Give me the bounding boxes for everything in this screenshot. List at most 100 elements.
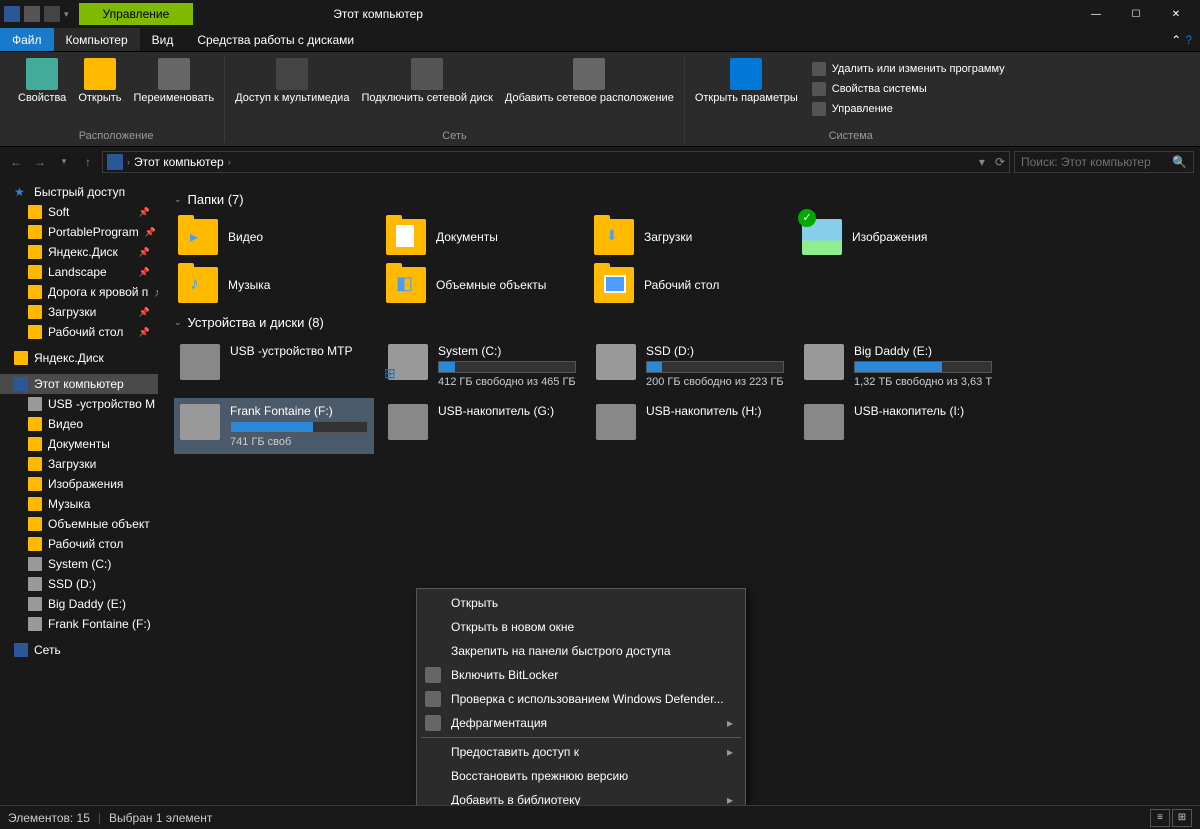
sidebar-yandex-disk[interactable]: Яндекс.Диск bbox=[0, 348, 158, 368]
menu-separator bbox=[421, 737, 741, 738]
sidebar-item[interactable]: Документы bbox=[0, 434, 158, 454]
drive-label: USB-накопитель (H:) bbox=[646, 404, 784, 418]
folder-icon bbox=[28, 457, 42, 471]
tab-computer[interactable]: Компьютер bbox=[54, 28, 140, 51]
menu-item[interactable]: Закрепить на панели быстрого доступа bbox=[417, 639, 745, 663]
drive-icon bbox=[28, 397, 42, 411]
minimize-button[interactable]: — bbox=[1076, 0, 1116, 28]
tab-drive-tools[interactable]: Средства работы с дисками bbox=[185, 28, 366, 51]
sidebar-item[interactable]: Загрузки📌 bbox=[0, 302, 158, 322]
drive-item[interactable]: USB-накопитель (I:) bbox=[798, 398, 998, 454]
manage-button[interactable]: Управление bbox=[808, 100, 1009, 118]
drive-item[interactable]: USB -устройство MTP bbox=[174, 338, 374, 394]
forward-button[interactable]: → bbox=[30, 152, 50, 172]
up-button[interactable]: ↑ bbox=[78, 152, 98, 172]
ribbon-tab-manage[interactable]: Управление bbox=[79, 3, 194, 25]
view-details-button[interactable]: ≡ bbox=[1150, 809, 1170, 827]
uninstall-program-button[interactable]: Удалить или изменить программу bbox=[808, 60, 1009, 78]
open-button[interactable]: Открыть bbox=[76, 56, 123, 128]
qat-button[interactable] bbox=[24, 6, 40, 22]
folder-label: Изображения bbox=[852, 230, 927, 244]
pc-icon bbox=[14, 377, 28, 391]
rename-icon bbox=[158, 58, 190, 90]
folder-icon bbox=[386, 267, 426, 303]
qat-button[interactable] bbox=[44, 6, 60, 22]
folder-item[interactable]: Документы bbox=[382, 215, 582, 259]
sidebar-item[interactable]: Изображения bbox=[0, 474, 158, 494]
refresh-icon[interactable]: ⟳ bbox=[995, 155, 1005, 169]
sidebar-item[interactable]: Рабочий стол📌 bbox=[0, 322, 158, 342]
window-title: Этот компьютер bbox=[333, 7, 423, 21]
usage-bar bbox=[646, 361, 784, 373]
drive-item[interactable]: SSD (D:)200 ГБ свободно из 223 ГБ bbox=[590, 338, 790, 394]
ribbon-collapse-icon[interactable]: ⌃ bbox=[1171, 33, 1181, 47]
sidebar-item[interactable]: Загрузки bbox=[0, 454, 158, 474]
tab-view[interactable]: Вид bbox=[140, 28, 186, 51]
back-button[interactable]: ← bbox=[6, 152, 26, 172]
sidebar-item[interactable]: Объемные объект bbox=[0, 514, 158, 534]
help-icon[interactable]: ? bbox=[1185, 33, 1192, 47]
open-settings-button[interactable]: Открыть параметры bbox=[693, 56, 800, 128]
drive-item[interactable]: USB-накопитель (G:) bbox=[382, 398, 582, 454]
map-drive-button[interactable]: Подключить сетевой диск bbox=[359, 56, 494, 128]
qat-dropdown-icon[interactable]: ▾ bbox=[64, 9, 69, 20]
dropdown-icon[interactable]: ▾ bbox=[979, 155, 985, 169]
tab-file[interactable]: Файл bbox=[0, 28, 54, 51]
view-tiles-button[interactable]: ⊞ bbox=[1172, 809, 1192, 827]
media-access-button[interactable]: Доступ к мультимедиа bbox=[233, 56, 351, 128]
menu-item[interactable]: Включить BitLocker bbox=[417, 663, 745, 687]
sidebar-this-pc[interactable]: Этот компьютер bbox=[0, 374, 158, 394]
properties-button[interactable]: Свойства bbox=[16, 56, 68, 128]
system-properties-button[interactable]: Свойства системы bbox=[808, 80, 1009, 98]
drive-item[interactable]: System (C:)412 ГБ свободно из 465 ГБ bbox=[382, 338, 582, 394]
menu-item[interactable]: Открыть bbox=[417, 591, 745, 615]
folder-label: Загрузки bbox=[644, 230, 692, 244]
submenu-arrow-icon: ▸ bbox=[727, 793, 733, 805]
sidebar-quick-access[interactable]: ★Быстрый доступ bbox=[0, 182, 158, 202]
app-icon[interactable] bbox=[4, 6, 20, 22]
drive-item[interactable]: USB-накопитель (H:) bbox=[590, 398, 790, 454]
sidebar-item[interactable]: Музыка bbox=[0, 494, 158, 514]
folder-label: Объемные объекты bbox=[436, 278, 546, 292]
sidebar-item[interactable]: Дорога к яровой п📌 bbox=[0, 282, 158, 302]
folder-item[interactable]: Рабочий стол bbox=[590, 263, 790, 307]
sidebar-item[interactable]: Landscape📌 bbox=[0, 262, 158, 282]
recent-dropdown[interactable]: ▾ bbox=[54, 152, 74, 172]
sidebar-item[interactable]: Frank Fontaine (F:) bbox=[0, 614, 158, 634]
sidebar-item[interactable]: Яндекс.Диск📌 bbox=[0, 242, 158, 262]
add-netloc-button[interactable]: Добавить сетевое расположение bbox=[503, 56, 676, 128]
drive-icon bbox=[28, 597, 42, 611]
search-input[interactable]: Поиск: Этот компьютер 🔍 bbox=[1014, 151, 1194, 173]
sidebar-network[interactable]: Сеть bbox=[0, 640, 158, 660]
sidebar-item[interactable]: Рабочий стол bbox=[0, 534, 158, 554]
sidebar-item[interactable]: USB -устройство M bbox=[0, 394, 158, 414]
folder-item[interactable]: Объемные объекты bbox=[382, 263, 582, 307]
drive-item[interactable]: Frank Fontaine (F:)741 ГБ своб bbox=[174, 398, 374, 454]
section-header-folders[interactable]: ⌄Папки (7) bbox=[174, 192, 1184, 207]
breadcrumb[interactable]: › Этот компьютер › ▾ ⟳ bbox=[102, 151, 1010, 173]
drive-item[interactable]: Big Daddy (E:)1,32 ТБ свободно из 3,63 Т… bbox=[798, 338, 998, 394]
menu-item[interactable]: Открыть в новом окне bbox=[417, 615, 745, 639]
sidebar-item[interactable]: Big Daddy (E:) bbox=[0, 594, 158, 614]
folder-item[interactable]: Музыка bbox=[174, 263, 374, 307]
drive-icon bbox=[28, 617, 42, 631]
maximize-button[interactable]: ☐ bbox=[1116, 0, 1156, 28]
folder-item[interactable]: Видео bbox=[174, 215, 374, 259]
menu-item[interactable]: Проверка с использованием Windows Defend… bbox=[417, 687, 745, 711]
folder-item[interactable]: Загрузки bbox=[590, 215, 790, 259]
sidebar-item[interactable]: System (C:) bbox=[0, 554, 158, 574]
drive-icon bbox=[596, 344, 636, 380]
folder-item[interactable]: Изображения bbox=[798, 215, 998, 259]
rename-button[interactable]: Переименовать bbox=[132, 56, 217, 128]
menu-item[interactable]: Добавить в библиотеку▸ bbox=[417, 788, 745, 805]
sidebar-item[interactable]: Видео bbox=[0, 414, 158, 434]
sidebar-item[interactable]: Soft📌 bbox=[0, 202, 158, 222]
menu-item[interactable]: Восстановить прежнюю версию bbox=[417, 764, 745, 788]
section-header-drives[interactable]: ⌄Устройства и диски (8) bbox=[174, 315, 1184, 330]
sidebar-item[interactable]: SSD (D:) bbox=[0, 574, 158, 594]
sidebar-item[interactable]: PortableProgram📌 bbox=[0, 222, 158, 242]
drive-label: SSD (D:) bbox=[646, 344, 784, 358]
close-button[interactable]: ✕ bbox=[1156, 0, 1196, 28]
menu-item[interactable]: Предоставить доступ к▸ bbox=[417, 740, 745, 764]
menu-item[interactable]: Дефрагментация▸ bbox=[417, 711, 745, 735]
